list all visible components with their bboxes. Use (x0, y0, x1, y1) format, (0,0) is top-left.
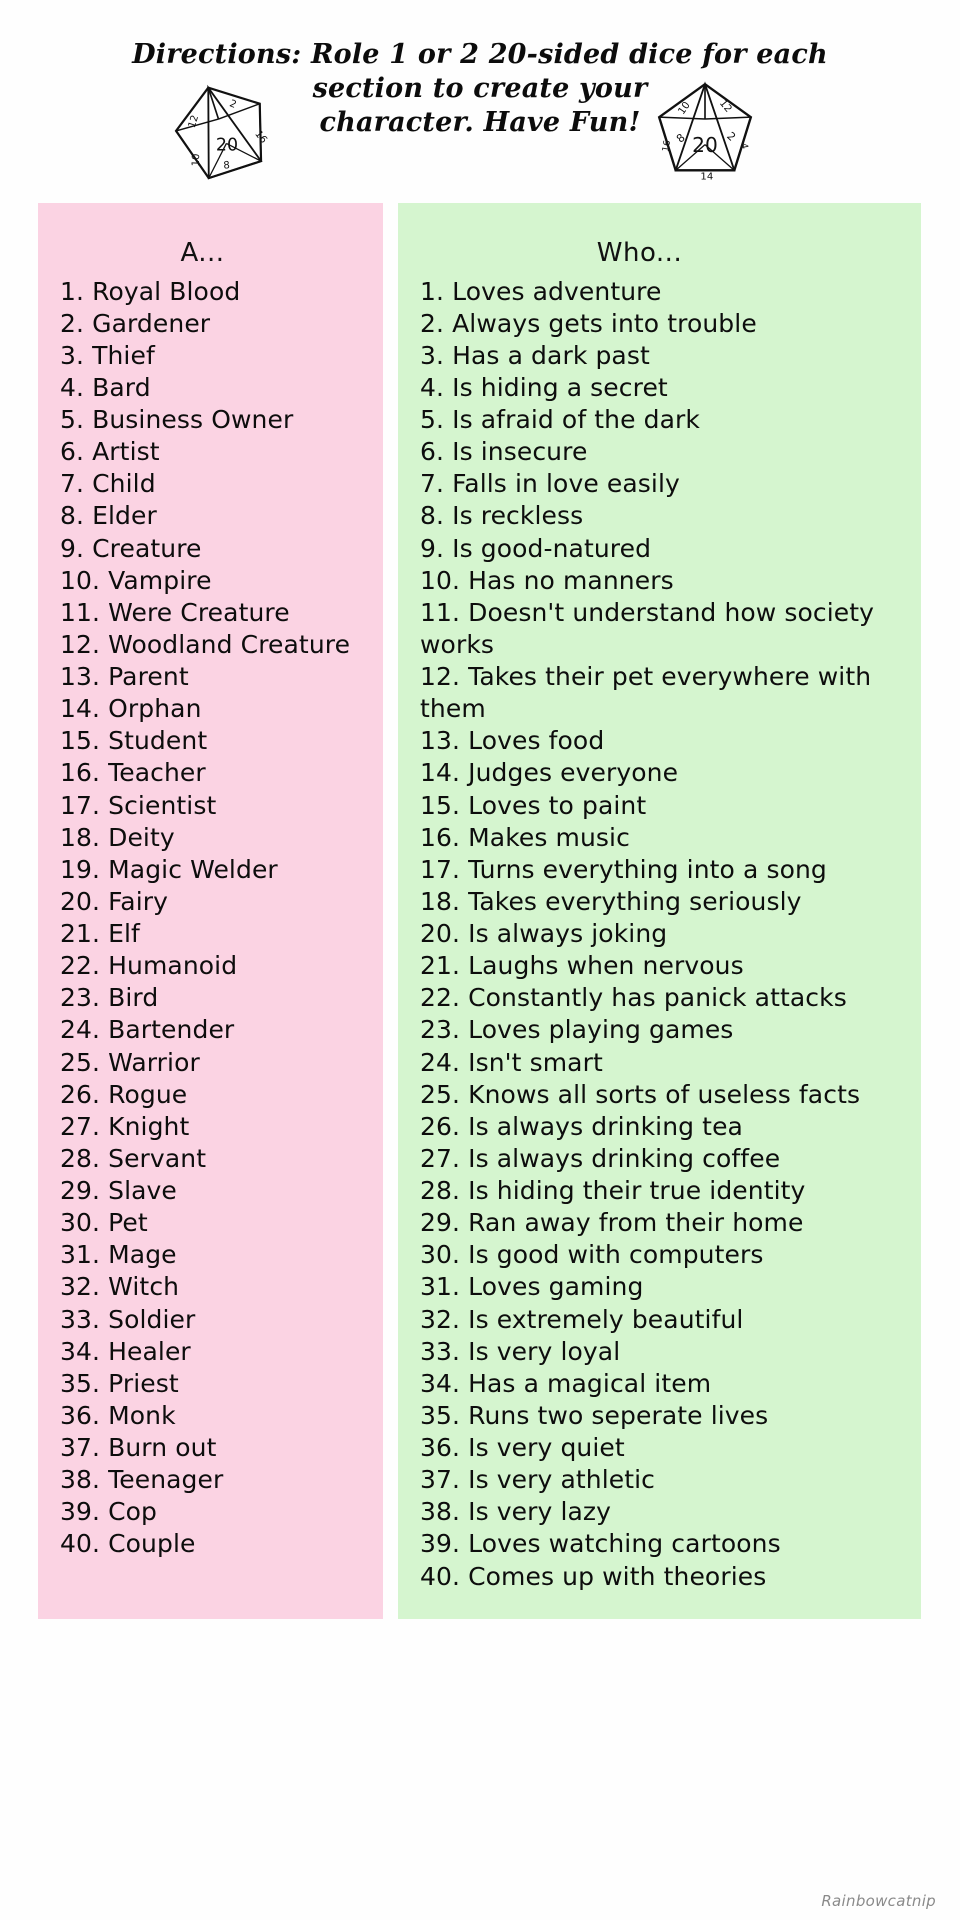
list-item: 1. Loves adventure (420, 276, 662, 306)
list-item: 11. Doesn't understand how society works (420, 597, 875, 659)
column-who-heading: Who... (596, 238, 683, 268)
column-who-list: 1. Loves adventure 2. Always gets into t… (420, 276, 907, 1593)
list-item: 15. Student (60, 726, 208, 756)
list-item: 26. Is always drinking tea (420, 1111, 743, 1141)
list-item: 11. Were Creature (60, 597, 290, 627)
list-item: 17. Scientist (60, 790, 217, 820)
column-a-list: 1. Royal Blood 2. Gardener 3. Thief 4. B… (60, 276, 369, 1561)
list-item: 16. Teacher (60, 758, 206, 788)
list-item: 33. Is very loyal (420, 1336, 621, 1366)
list-item: 40. Couple (60, 1529, 196, 1559)
list-item: 38. Is very lazy (420, 1497, 612, 1527)
list-item: 28. Is hiding their true identity (420, 1176, 806, 1206)
list-item: 6. Is insecure (420, 437, 588, 467)
list-item: 1. Royal Blood (60, 276, 241, 306)
svg-text:16: 16 (660, 139, 673, 153)
column-a: A... 1. Royal Blood 2. Gardener 3. Thief… (38, 203, 383, 1619)
list-item: 39. Loves watching cartoons (420, 1529, 781, 1559)
list-item: 20. Is always joking (420, 919, 668, 949)
list-item: 29. Slave (60, 1176, 177, 1206)
list-item: 19. Magic Welder (60, 854, 278, 884)
list-item: 38. Teenager (60, 1465, 224, 1495)
list-item: 17. Turns everything into a song (420, 854, 827, 884)
list-item: 16. Makes music (420, 822, 630, 852)
list-item: 12. Takes their pet everywhere with them (420, 662, 872, 724)
svg-text:20: 20 (216, 136, 238, 156)
list-item: 6. Artist (60, 437, 160, 467)
list-item: 30. Is good with computers (420, 1240, 764, 1270)
header: Directions: Role 1 or 2 20-sided dice fo… (0, 0, 960, 185)
list-item: 32. Witch (60, 1272, 180, 1302)
list-item: 21. Laughs when nervous (420, 951, 744, 981)
list-item: 23. Bird (60, 983, 159, 1013)
list-item: 36. Monk (60, 1400, 176, 1430)
list-item: 3. Thief (60, 340, 155, 370)
list-item: 22. Constantly has panick attacks (420, 983, 847, 1013)
list-item: 9. Is good-natured (420, 533, 652, 563)
list-item: 2. Gardener (60, 308, 211, 338)
list-item: 25. Warrior (60, 1047, 200, 1077)
list-item: 37. Burn out (60, 1433, 217, 1463)
svg-text:4: 4 (738, 142, 750, 150)
list-item: 27. Knight (60, 1111, 190, 1141)
list-item: 13. Loves food (420, 726, 605, 756)
list-item: 34. Healer (60, 1336, 191, 1366)
list-item: 26. Rogue (60, 1079, 188, 1109)
list-item: 27. Is always drinking coffee (420, 1143, 781, 1173)
list-item: 36. Is very quiet (420, 1433, 625, 1463)
list-item: 10. Vampire (60, 565, 212, 595)
list-item: 4. Is hiding a secret (420, 372, 668, 402)
list-item: 18. Deity (60, 822, 175, 852)
list-item: 24. Isn't smart (420, 1047, 603, 1077)
directions-line-2: character. Have Fun! (319, 107, 641, 139)
list-item: 22. Humanoid (60, 951, 238, 981)
list-item: 32. Is extremely beautiful (420, 1304, 744, 1334)
column-a-heading: A... (180, 238, 225, 268)
d20-die-left-icon: 20 12 2 10 8 16 (174, 84, 269, 180)
list-item: 21. Elf (60, 919, 140, 949)
list-item: 8. Is reckless (420, 501, 584, 531)
list-item: 35. Runs two seperate lives (420, 1400, 769, 1430)
list-item: 3. Has a dark past (420, 340, 650, 370)
list-item: 20. Fairy (60, 886, 169, 916)
list-item: 23. Loves playing games (420, 1015, 734, 1045)
list-item: 39. Cop (60, 1497, 158, 1527)
list-item: 5. Business Owner (60, 405, 294, 435)
list-item: 33. Soldier (60, 1304, 196, 1334)
die-face-value: 20 (692, 133, 718, 157)
svg-text:10: 10 (191, 153, 202, 166)
list-item: 14. Orphan (60, 694, 202, 724)
list-item: 10. Has no manners (420, 565, 674, 595)
watermark: Rainbowcatnip (821, 1892, 936, 1910)
list-item: 2. Always gets into trouble (420, 308, 757, 338)
svg-text:8: 8 (223, 160, 230, 171)
columns-container: A... 1. Royal Blood 2. Gardener 3. Thief… (0, 203, 960, 1619)
list-item: 7. Falls in love easily (420, 469, 680, 499)
list-item: 8. Elder (60, 501, 157, 531)
list-item: 29. Ran away from their home (420, 1208, 804, 1238)
list-item: 12. Woodland Creature (60, 629, 351, 659)
list-item: 9. Creature (60, 533, 202, 563)
list-item: 5. Is afraid of the dark (420, 405, 700, 435)
d20-die-right-icon: 20 10 12 8 2 16 4 14 (657, 81, 753, 183)
list-item: 24. Bartender (60, 1015, 235, 1045)
list-item: 4. Bard (60, 372, 151, 402)
svg-text:14: 14 (700, 172, 713, 183)
list-item: 15. Loves to paint (420, 790, 647, 820)
list-item: 30. Pet (60, 1208, 148, 1238)
list-item: 40. Comes up with theories (420, 1561, 767, 1591)
list-item: 31. Loves gaming (420, 1272, 644, 1302)
column-who: Who... 1. Loves adventure 2. Always gets… (398, 203, 921, 1619)
list-item: 35. Priest (60, 1368, 179, 1398)
list-item: 13. Parent (60, 662, 189, 692)
list-item: 31. Mage (60, 1240, 177, 1270)
list-item: 34. Has a magical item (420, 1368, 712, 1398)
list-item: 7. Child (60, 469, 156, 499)
list-item: 18. Takes everything seriously (420, 886, 802, 916)
list-item: 14. Judges everyone (420, 758, 679, 788)
list-item: 37. Is very athletic (420, 1465, 656, 1495)
list-item: 28. Servant (60, 1143, 207, 1173)
list-item: 25. Knows all sorts of useless facts (420, 1079, 861, 1109)
character-generator-page: Directions: Role 1 or 2 20-sided dice fo… (0, 0, 960, 1920)
